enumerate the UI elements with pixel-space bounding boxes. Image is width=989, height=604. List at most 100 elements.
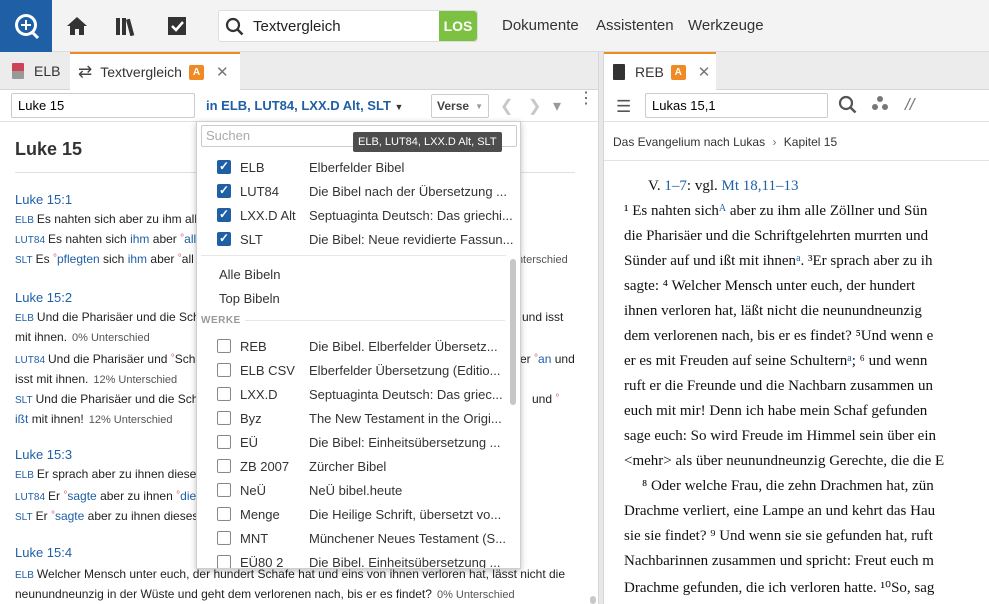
checkbox[interactable] bbox=[217, 387, 231, 401]
diff-label: 0% Unterschied bbox=[436, 589, 515, 601]
close-icon[interactable]: ✕ bbox=[216, 63, 229, 81]
checkbox[interactable] bbox=[217, 339, 231, 353]
text: Es nahten sich bbox=[632, 203, 719, 219]
verse-heading[interactable]: Luke 15:2 bbox=[15, 290, 72, 305]
dropdown-item[interactable]: LUT84 Die Bibel nach der Übersetzung ... bbox=[197, 179, 507, 203]
cross-reference-link[interactable]: 1–7 bbox=[664, 178, 687, 194]
scrollbar[interactable] bbox=[510, 259, 516, 405]
verse-text: sich bbox=[103, 252, 125, 266]
bible-abbr: ELB bbox=[15, 470, 34, 481]
text-line: sie sie findet? ⁹ Und wenn sie sie gefun… bbox=[624, 528, 933, 544]
tab-textvergleich[interactable]: ⇄ Textvergleich A ✕ bbox=[70, 52, 240, 90]
tab-elb[interactable]: ELB bbox=[12, 52, 60, 90]
search-icon[interactable] bbox=[225, 17, 245, 40]
next-disabled-icon[interactable]: ▾ bbox=[553, 96, 561, 116]
diff-word: die bbox=[180, 489, 197, 503]
checkbox[interactable] bbox=[217, 207, 231, 222]
cross-reference-link[interactable]: Mt 18,11–13 bbox=[722, 178, 799, 194]
verse-select[interactable]: Verse ▼ bbox=[431, 94, 489, 118]
verse-heading[interactable]: Luke 15:4 bbox=[15, 545, 72, 560]
verse-heading[interactable]: Luke 15:3 bbox=[15, 447, 72, 462]
scrollbar[interactable] bbox=[590, 596, 596, 604]
people-icon[interactable] bbox=[871, 95, 889, 116]
dropdown-item[interactable]: ELB CSV Elberfelder Übersetzung (Editio..… bbox=[197, 358, 507, 382]
diff-word: ihm bbox=[130, 232, 150, 246]
bible-select[interactable]: in ELB, LUT84, LXX.D Alt, SLT ▼ bbox=[206, 98, 403, 113]
checkbox[interactable] bbox=[217, 411, 231, 425]
app-logo[interactable] bbox=[0, 0, 52, 52]
search-input[interactable] bbox=[253, 11, 439, 41]
checklist-icon[interactable] bbox=[163, 12, 191, 40]
go-button[interactable]: LOS bbox=[439, 11, 477, 41]
dropdown-item[interactable]: Menge Die Heilige Schrift, übersetzt vo..… bbox=[197, 502, 507, 526]
text-line: ruft er die Freunde und die Nachbarn zus… bbox=[624, 378, 934, 394]
previous-icon[interactable]: ❮ bbox=[500, 96, 513, 116]
dropdown-item[interactable]: NeÜ NeÜ bibel.heute bbox=[197, 478, 507, 502]
reference-input[interactable] bbox=[645, 93, 828, 118]
tab-label: REB bbox=[635, 64, 664, 80]
pane-splitter[interactable] bbox=[598, 52, 604, 604]
verse-line: ELB Und die Pharisäer und die Sch bbox=[15, 307, 200, 329]
dropdown-item[interactable]: EÜ Die Bibel: Einheitsübersetzung ... bbox=[197, 430, 507, 454]
checkbox[interactable] bbox=[217, 363, 231, 377]
checkbox[interactable] bbox=[217, 555, 231, 568]
dropdown-item[interactable]: ELB Elberfelder Bibel bbox=[197, 155, 507, 179]
text-line: Sünder auf und ißt mit ihnena. ³Er sprac… bbox=[624, 253, 932, 270]
dropdown-item[interactable]: Byz The New Testament in the Origi... bbox=[197, 406, 507, 430]
text: : vgl. bbox=[686, 178, 718, 194]
checkbox[interactable] bbox=[217, 435, 231, 449]
checkbox[interactable] bbox=[217, 159, 231, 174]
text-line: <mehr> als über neunundneunzig Gerechte,… bbox=[624, 453, 945, 469]
dropdown-item[interactable]: EÜ80 2 Die Bibel. Einheitsübersetzung ... bbox=[197, 550, 507, 568]
checkbox[interactable] bbox=[217, 507, 231, 521]
text-line: Drachme gefunden, die ich verloren hatte… bbox=[624, 580, 935, 596]
dropdown-item[interactable]: SLT Die Bibel: Neue revidierte Fassun... bbox=[197, 227, 513, 251]
checkbox[interactable] bbox=[217, 183, 231, 198]
verse-text: und bbox=[532, 392, 553, 406]
home-icon[interactable] bbox=[63, 12, 91, 40]
right-tab-strip: REB A ✕ bbox=[604, 52, 989, 90]
search-icon[interactable] bbox=[838, 95, 858, 118]
book-icon bbox=[613, 64, 625, 80]
dropdown-item[interactable]: MNT Münchener Neues Testament (S... bbox=[197, 526, 507, 550]
reference-input[interactable] bbox=[11, 93, 195, 118]
verse-heading[interactable]: Luke 15:1 bbox=[15, 192, 72, 207]
dropdown-item[interactable]: LXX.D Alt Septuaginta Deutsch: Das griech… bbox=[197, 203, 513, 227]
nav-documents[interactable]: Dokumente bbox=[502, 17, 579, 34]
dropdown-item[interactable]: REB Die Bibel. Elberfelder Übersetz... bbox=[197, 334, 507, 358]
bible-select-dropdown: Suchen ELBElberfelder Bibel LUT84Die Bib… bbox=[196, 121, 521, 569]
menu-icon[interactable]: ☰ bbox=[616, 97, 631, 117]
all-bibles-link[interactable]: Alle Bibeln bbox=[219, 267, 280, 282]
verse-line-end: er °an und bbox=[520, 349, 575, 369]
checkbox[interactable] bbox=[217, 231, 231, 246]
parallel-icon[interactable]: // bbox=[905, 95, 914, 115]
nav-tools[interactable]: Werkzeuge bbox=[688, 17, 764, 34]
footnote-marker[interactable]: A bbox=[719, 203, 726, 214]
top-bibles-link[interactable]: Top Bibeln bbox=[219, 291, 280, 306]
verse-text: mit ihnen! bbox=[31, 412, 84, 426]
diff-word: sagte bbox=[67, 489, 97, 503]
divider bbox=[201, 255, 506, 256]
checkbox[interactable] bbox=[217, 483, 231, 497]
bible-abbr: ZB 2007 bbox=[240, 459, 290, 474]
breadcrumb-chapter[interactable]: Kapitel 15 bbox=[784, 135, 837, 149]
dropdown-item[interactable]: ZB 2007 Zürcher Bibel bbox=[197, 454, 507, 478]
library-icon[interactable] bbox=[113, 12, 141, 40]
verse-text: mit ihnen. bbox=[15, 330, 68, 344]
close-icon[interactable]: ✕ bbox=[698, 63, 711, 81]
nav-assistants[interactable]: Assistenten bbox=[596, 17, 674, 34]
breadcrumb-book[interactable]: Das Evangelium nach Lukas bbox=[613, 135, 765, 149]
verse-line: ELB Er sprach aber zu ihnen dieses bbox=[15, 464, 202, 486]
dropdown-item[interactable]: LXX.D Septuaginta Deutsch: Das griec... bbox=[197, 382, 507, 406]
diff-marker-icon: ° bbox=[170, 353, 175, 364]
checkbox[interactable] bbox=[217, 531, 231, 545]
bible-abbr: SLT bbox=[15, 512, 33, 523]
checkbox[interactable] bbox=[217, 459, 231, 473]
text-line: die Pharisäer und die Schriftgelehrten m… bbox=[624, 228, 929, 244]
diff-label: 12% Unterschied bbox=[88, 414, 173, 426]
status-badge: A bbox=[188, 64, 204, 80]
bible-name: Zürcher Bibel bbox=[309, 459, 387, 474]
next-icon[interactable]: ❯ bbox=[528, 96, 541, 116]
more-options-icon[interactable]: ⋮ bbox=[578, 91, 594, 107]
tab-reb[interactable]: REB A ✕ bbox=[604, 52, 716, 90]
